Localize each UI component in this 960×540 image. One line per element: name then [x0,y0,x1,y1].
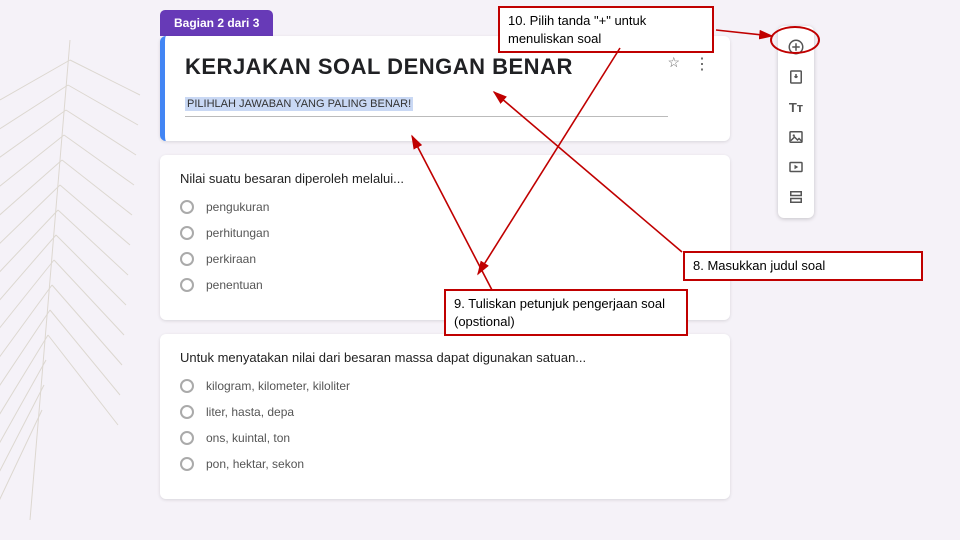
question-card[interactable]: Untuk menyatakan nilai dari besaran mass… [160,334,730,499]
question-text: Untuk menyatakan nilai dari besaran mass… [180,350,710,365]
option-row[interactable]: ons, kuintal, ton [180,431,710,445]
plus-circle-icon [787,38,805,56]
callout-10: 10. Pilih tanda "+" untuk menuliskan soa… [498,6,714,53]
option-row[interactable]: pon, hektar, sekon [180,457,710,471]
floating-toolbox: Tт [778,26,814,218]
more-icon[interactable]: ⋮ [694,54,712,74]
collapse-icon[interactable]: ☆ [667,54,680,71]
radio-icon [180,226,194,240]
callout-8: 8. Masukkan judul soal [683,251,923,281]
radio-icon [180,252,194,266]
video-icon [787,158,805,176]
palm-leaf-decoration [0,30,150,530]
add-question-button[interactable] [778,32,814,62]
option-row[interactable]: kilogram, kilometer, kiloliter [180,379,710,393]
form-description-input[interactable]: PILIHLAH JAWABAN YANG PALING BENAR! [185,94,668,117]
radio-icon [180,431,194,445]
form-area: Bagian 2 dari 3 ☆ ⋮ PILIHLAH JAWABAN YAN… [160,10,730,513]
option-label: pon, hektar, sekon [206,457,304,471]
image-icon [787,128,805,146]
option-row[interactable]: pengukuran [180,200,710,214]
add-image-button[interactable] [778,122,814,152]
option-label: perkiraan [206,252,256,266]
import-icon [787,68,805,86]
radio-icon [180,457,194,471]
callout-9: 9. Tuliskan petunjuk pengerjaan soal (op… [444,289,688,336]
radio-icon [180,379,194,393]
section-chip: Bagian 2 dari 3 [160,10,273,36]
add-section-button[interactable] [778,182,814,212]
radio-icon [180,278,194,292]
option-label: penentuan [206,278,263,292]
option-row[interactable]: perhitungan [180,226,710,240]
option-label: kilogram, kilometer, kiloliter [206,379,350,393]
radio-icon [180,200,194,214]
question-text: Nilai suatu besaran diperoleh melalui... [180,171,710,186]
option-row[interactable]: perkiraan [180,252,710,266]
add-title-button[interactable]: Tт [778,92,814,122]
option-row[interactable]: liter, hasta, depa [180,405,710,419]
radio-icon [180,405,194,419]
option-label: pengukuran [206,200,269,214]
form-description-text: PILIHLAH JAWABAN YANG PALING BENAR! [185,97,413,111]
import-questions-button[interactable] [778,62,814,92]
option-label: ons, kuintal, ton [206,431,290,445]
option-label: liter, hasta, depa [206,405,294,419]
form-title-input[interactable] [185,54,658,80]
option-label: perhitungan [206,226,269,240]
add-video-button[interactable] [778,152,814,182]
section-icon [787,188,805,206]
